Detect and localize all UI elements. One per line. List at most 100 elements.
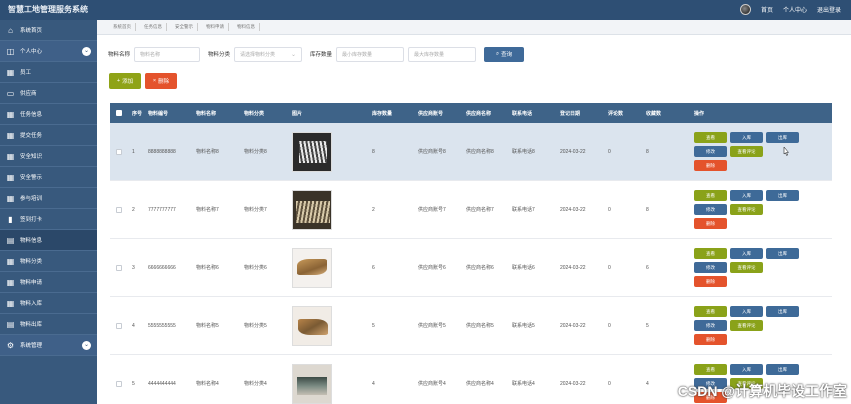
stock-in-button[interactable]: 入库	[730, 190, 763, 201]
sidebar-item[interactable]: ▦ 员工	[0, 62, 97, 83]
grid-icon: ▦	[6, 151, 15, 161]
material-image[interactable]	[292, 131, 332, 172]
stock-in-button[interactable]: 入库	[730, 306, 763, 317]
sidebar-item[interactable]: ⚙ 系统管理 ⌄	[0, 335, 97, 356]
cell-fav: 8	[646, 206, 649, 213]
breadcrumb-item[interactable]: 系统首页	[109, 23, 136, 31]
table-row[interactable]: 4 5555555555 物料名称5 物料分类5 5 供应商账号5 供应商名称5 联系电话5 2…	[110, 297, 832, 355]
view-button[interactable]: 查看	[694, 306, 727, 317]
breadcrumb-item[interactable]: 任务信息	[140, 23, 167, 31]
cell-stock: 2	[372, 206, 375, 213]
cell-supn: 供应商名称5	[466, 323, 494, 329]
row-checkbox[interactable]	[116, 322, 122, 329]
stock-out-button[interactable]: 出库	[766, 132, 799, 143]
stock-out-button[interactable]: 出库	[766, 306, 799, 317]
edit-button[interactable]: 修改	[694, 320, 727, 331]
cell-tel: 联系电话6	[512, 265, 535, 271]
material-category-select[interactable]: 请选择物料分类 ⌄	[234, 46, 303, 62]
delete-button[interactable]: 删除	[694, 160, 727, 171]
cell-idx: 5	[132, 380, 135, 387]
breadcrumb: 系统首页 任务信息 安全警示 物料申请 物料信息	[97, 20, 851, 35]
stock-in-button[interactable]: 入库	[730, 132, 763, 143]
sidebar-item-label: 系统管理	[20, 343, 43, 349]
stock-max-input[interactable]: 最大库存数量	[408, 46, 477, 62]
cell-date: 2024-03-22	[560, 380, 586, 387]
doc-icon: ▤	[6, 319, 15, 329]
material-image[interactable]	[292, 247, 332, 288]
delete-button[interactable]: 删除	[694, 276, 727, 287]
sidebar-item[interactable]: ▦ 物料申请	[0, 272, 97, 293]
material-image[interactable]	[292, 305, 332, 346]
view-reviews-button[interactable]: 查看评论	[730, 204, 763, 215]
material-image[interactable]	[292, 189, 332, 230]
stock-out-button[interactable]: 出库	[766, 364, 799, 375]
cell-fav: 5	[646, 322, 649, 329]
edit-button[interactable]: 修改	[694, 204, 727, 215]
cell-cat: 物料分类8	[244, 149, 267, 155]
profile-link[interactable]: 个人中心	[783, 5, 807, 14]
stock-in-button[interactable]: 入库	[730, 248, 763, 259]
search-button[interactable]: ⌕ 查询	[484, 46, 525, 62]
grid-icon: ▦	[6, 298, 15, 308]
batch-delete-button[interactable]: × 删除	[145, 73, 177, 89]
home-link[interactable]: 首页	[761, 5, 773, 14]
row-checkbox[interactable]	[116, 206, 122, 213]
material-image[interactable]	[292, 363, 332, 404]
stock-out-button[interactable]: 出库	[766, 190, 799, 201]
breadcrumb-item[interactable]: 物料申请	[202, 23, 229, 31]
row-checkbox-cell	[110, 148, 128, 155]
delete-button[interactable]: 删除	[694, 218, 727, 229]
view-button[interactable]: 查看	[694, 132, 727, 143]
row-checkbox[interactable]	[116, 148, 122, 155]
row-checkbox[interactable]	[116, 380, 122, 387]
sidebar-item[interactable]: ▤ 物料信息	[0, 230, 97, 251]
edit-button[interactable]: 修改	[694, 146, 727, 157]
breadcrumb-item[interactable]: 安全警示	[171, 23, 198, 31]
cell-stock: 5	[372, 322, 375, 329]
monitor-icon: ▭	[6, 88, 15, 98]
view-button[interactable]: 查看	[694, 190, 727, 201]
cell-date: 2024-03-22	[560, 264, 586, 271]
table-row[interactable]: 1 8888888888 物料名称8 物料分类8 8 供应商账号8 供应商名称8 联系电话8 2…	[110, 123, 832, 181]
sidebar-item[interactable]: ▦ 提交任务	[0, 125, 97, 146]
view-reviews-button[interactable]: 查看评论	[730, 320, 763, 331]
add-button[interactable]: + 添加	[109, 73, 141, 89]
column-header: 供应商名称	[466, 110, 492, 117]
cell-cat: 物料分类4	[244, 381, 267, 387]
table-row[interactable]: 2 7777777777 物料名称7 物料分类7 2 供应商账号7 供应商名称7 联系电话7 2…	[110, 181, 832, 239]
material-category-label: 物料分类	[208, 52, 231, 58]
view-reviews-button[interactable]: 查看评论	[730, 262, 763, 273]
breadcrumb-item[interactable]: 物料信息	[233, 23, 260, 31]
select-all-checkbox[interactable]	[116, 110, 122, 116]
cell-fav: 6	[646, 264, 649, 271]
material-name-input[interactable]: 物料名称	[134, 46, 201, 62]
stock-out-button[interactable]: 出库	[766, 248, 799, 259]
edit-button[interactable]: 修改	[694, 262, 727, 273]
sidebar-item[interactable]: ▦ 安全知识	[0, 146, 97, 167]
sidebar-item-label: 员工	[20, 70, 32, 76]
logout-link[interactable]: 退出登录	[817, 5, 841, 14]
view-reviews-button[interactable]: 查看评论	[730, 146, 763, 157]
sidebar-item[interactable]: ▦ 物料入库	[0, 293, 97, 314]
sidebar-item[interactable]: ▭ 供应商	[0, 83, 97, 104]
sidebar-item[interactable]: ⌂ 系统首页	[0, 20, 97, 41]
sidebar-item[interactable]: ◫ 个人中心 ⌄	[0, 41, 97, 62]
table-row[interactable]: 3 6666666666 物料名称6 物料分类6 6 供应商账号6 供应商名称6 联系电话6 2…	[110, 239, 832, 297]
sidebar-item[interactable]: ▮ 签到打卡	[0, 209, 97, 230]
view-button[interactable]: 查看	[694, 248, 727, 259]
sidebar-item[interactable]: ▦ 安全警示	[0, 167, 97, 188]
sidebar-item[interactable]: ▦ 参与培训	[0, 188, 97, 209]
stock-min-input[interactable]: 最小库存数量	[336, 46, 405, 62]
row-checkbox[interactable]	[116, 264, 122, 271]
user-icon: ◫	[6, 46, 15, 56]
sidebar-item[interactable]: ▦ 任务信息	[0, 104, 97, 125]
cell-idx: 3	[132, 264, 135, 271]
sidebar-item[interactable]: ▤ 物料出库	[0, 314, 97, 335]
sidebar-item[interactable]: ▦ 物料分类	[0, 251, 97, 272]
delete-button[interactable]: 删除	[694, 334, 727, 345]
stock-in-button[interactable]: 入库	[730, 364, 763, 375]
view-button[interactable]: 查看	[694, 364, 727, 375]
cell-supn: 供应商名称6	[466, 265, 494, 271]
search-bar: 物料名称 物料名称 物料分类 请选择物料分类 ⌄ 库存数量 最小库存数量 最大库…	[108, 46, 525, 62]
avatar[interactable]	[739, 4, 751, 15]
